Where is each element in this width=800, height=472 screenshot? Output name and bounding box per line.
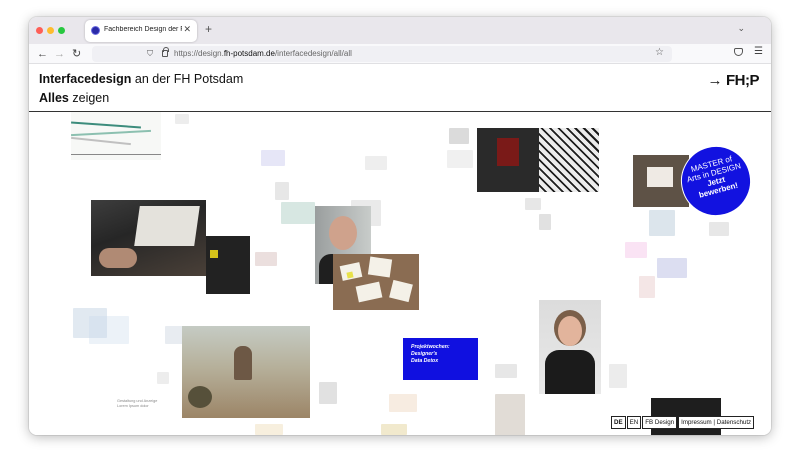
project-thumbnail[interactable] — [389, 394, 417, 412]
page-title-bold: Interfacedesign — [39, 72, 132, 86]
project-thumbnail[interactable] — [525, 198, 541, 210]
minimize-window-button[interactable] — [47, 27, 54, 34]
project-thumbnail[interactable] — [365, 156, 387, 170]
close-window-button[interactable] — [36, 27, 43, 34]
filter-label-bold[interactable]: Alles — [39, 91, 69, 105]
impressum-datenschutz-link[interactable]: Impressum | Datenschutz — [678, 416, 755, 429]
project-thumbnail[interactable] — [89, 316, 129, 344]
caption-line-2: Lorem Ipsum dolor — [117, 404, 149, 408]
url-text[interactable]: https://design.fh-potsdam.de/interfacede… — [174, 49, 352, 58]
note-shape — [355, 281, 383, 303]
phone-project-thumbnail[interactable] — [206, 236, 250, 294]
site-header: Interfacedesign an der FH Potsdam Alles … — [29, 64, 771, 112]
project-thumbnail[interactable] — [609, 364, 627, 388]
portrait-thumbnail[interactable] — [539, 300, 601, 394]
installation-pattern-image — [539, 128, 599, 192]
laptop-screen-image — [134, 206, 200, 246]
close-tab-icon[interactable]: ✕ — [183, 24, 191, 35]
project-thumbnail[interactable] — [319, 382, 337, 404]
project-thumbnail[interactable] — [447, 150, 473, 168]
chart-line-decoration — [71, 136, 131, 146]
page-content: Interfacedesign an der FH Potsdam Alles … — [29, 64, 771, 435]
page-title-rest: an der FH Potsdam — [131, 72, 244, 86]
plant-image — [188, 386, 212, 408]
back-arrow-icon[interactable]: ← — [37, 47, 48, 61]
hand-image — [99, 248, 137, 268]
data-detox-project-card[interactable]: Projektwochen: Designer's Data Detox — [403, 338, 478, 380]
project-thumbnail[interactable] — [275, 182, 289, 200]
reload-icon[interactable]: ↻ — [72, 47, 81, 61]
portrait-face-image — [558, 316, 582, 346]
lock-icon[interactable] — [162, 47, 169, 57]
url-domain: fh-potsdam.de — [223, 49, 275, 58]
project-thumbnail[interactable] — [165, 326, 183, 344]
installation-project-thumbnail[interactable] — [477, 128, 599, 192]
card-line-3: Data Detox — [411, 358, 439, 364]
note-shape — [389, 279, 413, 303]
master-image — [647, 167, 673, 187]
fhp-logo[interactable]: → FH;P — [708, 72, 760, 89]
project-thumbnail[interactable] — [539, 214, 551, 230]
fb-design-link[interactable]: FB Design — [642, 416, 678, 429]
language-en-button[interactable]: EN — [626, 416, 642, 429]
card-line-2: Designer's — [411, 351, 438, 357]
chart-line-decoration — [71, 129, 151, 137]
project-thumbnail[interactable] — [449, 128, 469, 144]
new-tab-button[interactable]: + — [205, 22, 212, 36]
project-thumbnail[interactable] — [157, 372, 169, 384]
filter-toggle[interactable]: Alles zeigen — [39, 91, 109, 105]
chart-line-decoration — [71, 121, 141, 129]
project-thumbnail[interactable] — [281, 202, 315, 224]
favicon-icon — [91, 26, 100, 35]
maximize-window-button[interactable] — [58, 27, 65, 34]
browser-window: Fachbereich Design der Fachho ✕ + ⌄ ← → … — [29, 17, 771, 435]
project-thumbnail[interactable] — [709, 222, 729, 236]
chart-line-decoration — [71, 154, 161, 155]
star-icon[interactable]: ☆ — [655, 47, 664, 58]
laptop-project-thumbnail[interactable] — [91, 200, 206, 276]
note-shape — [346, 271, 354, 279]
portrait-body-image — [545, 350, 595, 394]
portrait-face-image — [329, 216, 357, 250]
logo-text: FH;P — [726, 72, 760, 89]
project-thumbnail[interactable] — [175, 114, 189, 124]
project-thumbnail[interactable] — [649, 210, 675, 236]
hamburger-menu-icon[interactable]: ☰ — [754, 46, 763, 57]
pocket-icon[interactable] — [734, 48, 743, 56]
project-thumbnail[interactable] — [495, 364, 517, 378]
tab-title: Fachbereich Design der Fachho — [104, 26, 182, 33]
project-thumbnail[interactable] — [495, 394, 525, 435]
sticky-notes-project-thumbnail[interactable] — [333, 254, 419, 310]
forward-arrow-icon[interactable]: → — [54, 47, 65, 61]
thumbnail-caption: Gestaltung und Anzeige Lorem Ipsum dolor — [117, 399, 157, 409]
project-thumbnail[interactable] — [261, 150, 285, 166]
fieldwork-project-thumbnail[interactable] — [182, 326, 310, 418]
navigation-toolbar: ← → ↻ ⛉ https://design.fh-potsdam.de/int… — [29, 44, 771, 64]
person-image — [234, 346, 252, 380]
language-de-button[interactable]: DE — [611, 416, 626, 429]
installation-image — [497, 138, 519, 166]
master-application-badge[interactable]: MASTER of Arts in DESIGN Jetzt bewerben! — [673, 138, 759, 224]
tab-list-chevron-icon[interactable]: ⌄ — [737, 23, 745, 34]
phone-screen-image — [210, 250, 218, 258]
tab-fachbereich-design[interactable]: Fachbereich Design der Fachho ✕ — [85, 20, 197, 42]
project-thumbnail[interactable] — [381, 424, 407, 435]
footer-links: DE EN FB Design Impressum | Datenschutz — [611, 416, 755, 429]
page-title: Interfacedesign an der FH Potsdam — [39, 72, 243, 86]
address-bar[interactable]: ⛉ https://design.fh-potsdam.de/interface… — [92, 46, 672, 62]
project-thumbnail[interactable] — [255, 424, 283, 435]
card-line-1: Projektwochen: — [411, 344, 450, 350]
logo-arrow-icon: → — [707, 72, 723, 89]
shield-icon[interactable]: ⛉ — [147, 49, 153, 59]
url-prefix: https://design. — [174, 49, 224, 58]
project-thumbnail[interactable] — [255, 252, 277, 266]
chart-project-thumbnail[interactable] — [71, 112, 161, 160]
filter-label-rest: zeigen — [68, 91, 110, 105]
project-thumbnail[interactable] — [657, 258, 687, 278]
project-thumbnail[interactable] — [625, 242, 647, 258]
tab-bar: Fachbereich Design der Fachho ✕ + ⌄ — [29, 17, 771, 44]
project-thumbnail[interactable] — [639, 276, 655, 298]
note-shape — [367, 256, 393, 278]
url-path: /interfacedesign/all/all — [274, 49, 352, 58]
